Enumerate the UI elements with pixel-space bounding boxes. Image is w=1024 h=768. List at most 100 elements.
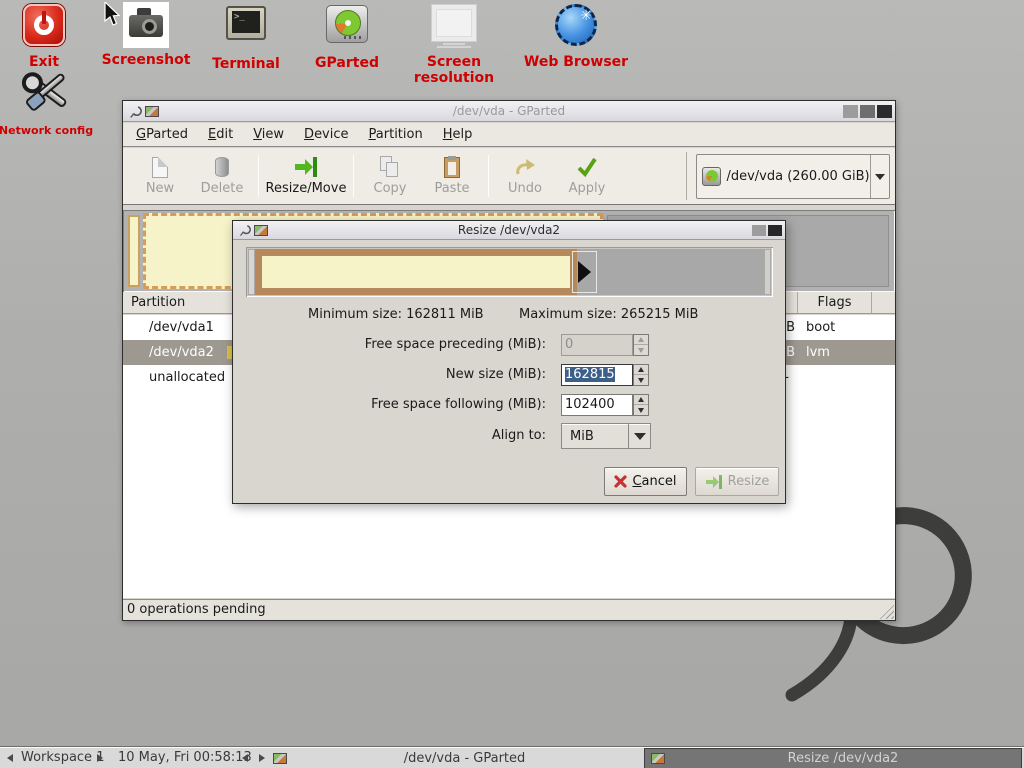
- debian-swirl-icon: [128, 104, 142, 119]
- taskbar: Workspace 1 10 May, Fri 00:58:13 /dev/vd…: [0, 747, 1024, 768]
- debian-swirl-icon: [238, 223, 251, 237]
- apply-check-icon: [556, 153, 618, 181]
- slider-partition[interactable]: [255, 249, 577, 295]
- gparted-app-icon: [254, 225, 268, 236]
- monitor-icon: [431, 4, 477, 50]
- dialog-titlebar[interactable]: Resize /dev/vda2: [233, 221, 785, 240]
- device-dropdown-arrow[interactable]: [870, 155, 889, 198]
- spinner[interactable]: [633, 364, 649, 386]
- tools-icon: [23, 70, 69, 120]
- free-space-preceding-row: Free space preceding (MiB): 0: [233, 333, 785, 357]
- spin-down: [634, 375, 648, 385]
- minimize-button[interactable]: [843, 105, 858, 118]
- mouse-cursor: [104, 2, 126, 28]
- align-to-dropdown[interactable]: MiB: [561, 423, 651, 449]
- statusbar: 0 operations pending: [123, 599, 895, 620]
- cancel-x-icon: [614, 475, 627, 488]
- undo-button[interactable]: Undo: [494, 148, 556, 204]
- menu-view[interactable]: View: [243, 124, 294, 145]
- menu-help[interactable]: Help: [433, 124, 483, 145]
- menu-device[interactable]: Device: [294, 124, 358, 145]
- partition-block-vda1[interactable]: [128, 215, 140, 287]
- globe-icon: ✳: [553, 4, 599, 50]
- task-button-gparted[interactable]: /dev/vda - GParted: [270, 748, 642, 768]
- field-label: Free space following (MiB):: [233, 393, 546, 417]
- desktop-icon-web-browser[interactable]: ✳ Web Browser: [511, 2, 641, 70]
- apply-button[interactable]: Apply: [556, 148, 618, 204]
- menubar: GParted Edit View Device Partition Help: [123, 123, 895, 147]
- paste-button[interactable]: Paste: [421, 148, 483, 204]
- copy-button[interactable]: Copy: [359, 148, 421, 204]
- free-space-following-input[interactable]: 102400: [561, 394, 633, 416]
- maximize-button[interactable]: [752, 225, 766, 236]
- minimum-size-label: Minimum size: 162811 MiB: [308, 307, 484, 322]
- resize-arrow-icon: [705, 475, 723, 489]
- menu-edit[interactable]: Edit: [198, 124, 243, 145]
- slider-right-handle[interactable]: [572, 251, 597, 293]
- task-next-arrow[interactable]: [259, 754, 265, 762]
- delete-icon: [191, 153, 253, 181]
- clock: 10 May, Fri 00:58:13: [118, 748, 252, 768]
- close-button[interactable]: [768, 225, 782, 236]
- desktop-icon-screen-resolution[interactable]: Screen resolution: [389, 2, 519, 86]
- close-button[interactable]: [877, 105, 892, 118]
- desktop: Exit Screenshot >_ Terminal GParted Scre…: [0, 0, 1024, 768]
- flags-cell: boot: [797, 320, 871, 335]
- spinner: [633, 334, 649, 356]
- spinner[interactable]: [633, 394, 649, 416]
- gparted-app-icon: [273, 753, 287, 764]
- icon-label: Screen resolution: [389, 54, 519, 86]
- disk-gauge-icon: [324, 5, 370, 51]
- paste-icon: [421, 153, 483, 181]
- new-size-input[interactable]: 162815: [561, 364, 633, 386]
- slider-left-grip[interactable]: [248, 249, 255, 295]
- drive-icon: [702, 167, 721, 186]
- copy-icon: [359, 153, 421, 181]
- task-button-resize-dialog[interactable]: Resize /dev/vda2: [644, 748, 1022, 768]
- resize-grip[interactable]: [879, 604, 894, 619]
- field-label: Align to:: [233, 423, 546, 449]
- field-label: New size (MiB):: [233, 363, 546, 387]
- slider-free-space: [576, 249, 764, 295]
- spin-down: [634, 405, 648, 415]
- chevron-down-icon: [875, 174, 885, 180]
- slider-right-grip[interactable]: [764, 249, 771, 295]
- maximum-size-label: Maximum size: 265215 MiB: [519, 307, 698, 322]
- flags-cell: lvm: [797, 345, 871, 360]
- device-selector[interactable]: /dev/vda (260.00 GiB): [696, 154, 890, 199]
- align-to-value: MiB: [562, 429, 594, 444]
- new-partition-icon: [129, 153, 191, 181]
- new-size-row: New size (MiB): 162815: [233, 363, 785, 387]
- main-titlebar[interactable]: /dev/vda - GParted: [123, 101, 895, 122]
- cancel-button[interactable]: Cancel: [604, 467, 687, 496]
- arrow-right-icon: [578, 261, 591, 283]
- new-button[interactable]: New: [129, 148, 191, 204]
- toolbar-separator: [488, 155, 489, 197]
- menu-gparted[interactable]: GParted: [126, 124, 198, 145]
- gparted-app-icon: [145, 106, 159, 117]
- field-label: Free space preceding (MiB):: [233, 333, 546, 357]
- power-icon: [21, 4, 67, 50]
- resize-slider[interactable]: [246, 247, 773, 297]
- toolbar-separator: [258, 155, 259, 197]
- toolbar: New Delete Resize/Move Copy Paste: [123, 148, 895, 205]
- workspace-label[interactable]: Workspace 1: [21, 748, 104, 768]
- task-prev-arrow[interactable]: [242, 754, 248, 762]
- desktop-icon-network-config[interactable]: Network config: [0, 70, 111, 137]
- workspace-prev-arrow[interactable]: [7, 754, 13, 762]
- resize-dialog: Resize /dev/vda2 Minimum size: 162811 Mi…: [232, 220, 786, 504]
- toolbar-separator: [353, 155, 354, 197]
- operations-pending-text: 0 operations pending: [127, 602, 266, 617]
- spin-up: [634, 365, 648, 375]
- resize-move-button[interactable]: Resize/Move: [264, 148, 348, 204]
- chevron-down-icon: [634, 433, 646, 440]
- free-space-preceding-input: 0: [561, 334, 633, 356]
- device-selector-value: /dev/vda (260.00 GiB): [726, 169, 869, 184]
- flags-column-header[interactable]: Flags: [797, 292, 871, 313]
- resize-button[interactable]: Resize: [695, 467, 779, 496]
- header-spacer: [871, 292, 895, 313]
- delete-button[interactable]: Delete: [191, 148, 253, 204]
- menu-partition[interactable]: Partition: [359, 124, 433, 145]
- maximize-button[interactable]: [860, 105, 875, 118]
- workspace-next-arrow[interactable]: [97, 754, 103, 762]
